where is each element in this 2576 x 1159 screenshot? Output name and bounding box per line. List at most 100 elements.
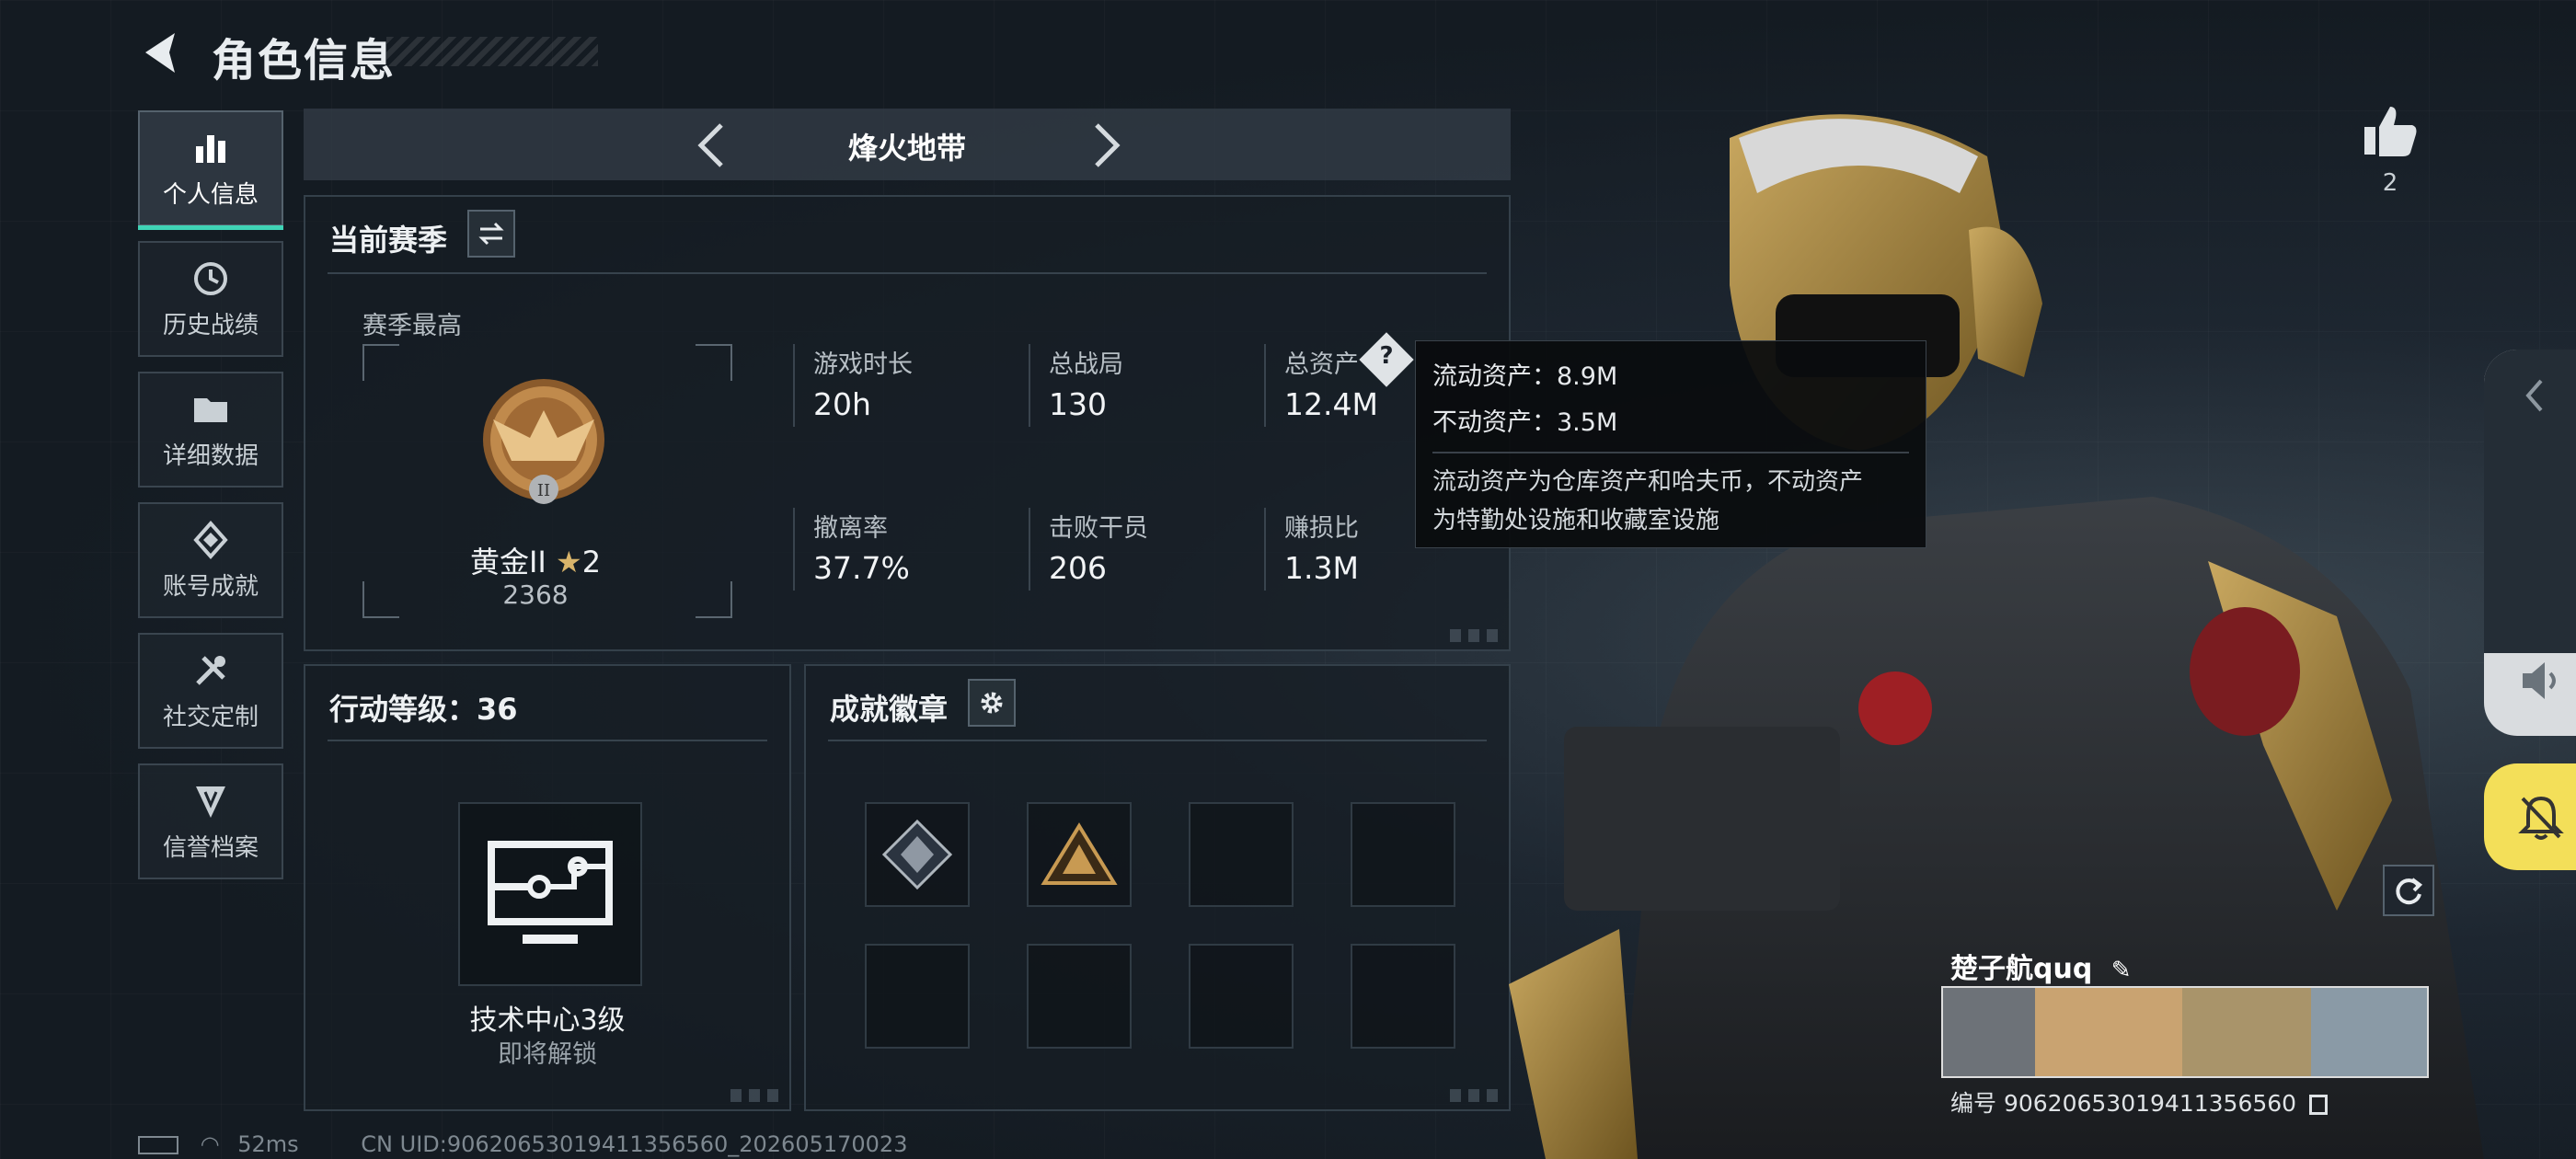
frame-corner: [362, 344, 399, 381]
stat-divider: [793, 508, 795, 591]
panel-corner-decoration: [1450, 629, 1500, 642]
uid-text: CN UID:9062065301941135656​0_20260517002…: [361, 1131, 908, 1157]
badge-slot-empty[interactable]: [1027, 944, 1132, 1049]
panel-corner-decoration: [730, 1089, 780, 1102]
battery-icon: [138, 1136, 178, 1154]
triangle-badge-icon: [1041, 822, 1118, 885]
season-best-label: 赛季最高: [362, 312, 462, 340]
tech-center-icon: [488, 841, 613, 944]
star-icon: ★: [556, 545, 582, 580]
sidebar-item-social[interactable]: 社交定制: [138, 633, 283, 749]
chevron-left-icon: [2525, 379, 2543, 412]
rank-score: 2368: [502, 580, 569, 610]
stat-divider: [793, 344, 795, 427]
rank-stars: 2: [581, 545, 602, 580]
action-level-panel: 行动等级：36 技术中心3级 即将解锁: [304, 664, 791, 1111]
total-assets-tooltip: 流动资产：8.9M 不动资产：3.5M 流动资产为仓库资产和哈夫币，不动资产 为…: [1415, 340, 1926, 548]
diamond-badge-icon: [881, 819, 953, 890]
stat-divider: [1264, 508, 1266, 591]
badge-slot-empty[interactable]: [1351, 802, 1455, 907]
stat-label: 总战局: [1049, 350, 1123, 379]
switch-season-button[interactable]: [467, 210, 515, 258]
badge-slot-empty[interactable]: [1189, 944, 1294, 1049]
title-divider: [328, 740, 767, 741]
frame-corner: [696, 581, 732, 618]
stat-value: 20h: [813, 386, 871, 422]
folder-icon: [194, 397, 227, 422]
sidebar-item-history[interactable]: 历史战绩: [138, 241, 283, 357]
player-name: 楚子航quq ✎: [1950, 946, 2132, 986]
badge-slot[interactable]: [865, 802, 970, 907]
sidebar-item-credit[interactable]: 信誉档案: [138, 763, 283, 879]
thumbs-up-icon[interactable]: [2361, 101, 2420, 160]
refresh-icon: [2396, 878, 2423, 905]
player-name-text: 楚子航quq: [1950, 953, 2093, 985]
svg-text:II: II: [537, 481, 550, 500]
swap-icon: [478, 222, 504, 246]
season-name: 烽火地带: [847, 131, 966, 166]
ping-text: 52ms: [237, 1131, 299, 1157]
achievement-badges-panel: 成就徽章: [804, 664, 1511, 1111]
title-divider: [828, 740, 1487, 741]
player-id-text: 编号 9062065301941135656​0: [1950, 1090, 2297, 1117]
player-banner-image[interactable]: [1941, 986, 2429, 1078]
gear-icon: [981, 692, 1003, 714]
tools-icon: [196, 655, 225, 685]
stat-value: 12.4M: [1284, 386, 1378, 422]
bell-off-icon: [2518, 796, 2564, 840]
history-icon: [194, 261, 227, 295]
fixed-assets-text: 不动资产：3.5M: [1432, 408, 1618, 437]
stat-label: 游戏时长: [813, 350, 913, 379]
unlock-item-frame[interactable]: [458, 802, 642, 986]
sidebar-item-label: 社交定制: [162, 703, 259, 731]
badge-settings-button[interactable]: [968, 679, 1016, 727]
wifi-icon: ◠: [200, 1131, 220, 1157]
badge-slot-empty[interactable]: [1351, 944, 1455, 1049]
unlock-status: 即将解锁: [498, 1040, 597, 1069]
frame-corner: [696, 344, 732, 381]
sidebar-item-personal-info[interactable]: 个人信息: [138, 110, 283, 230]
status-bar: ◠ 52ms CN UID:9062065301941135656​0_2026…: [138, 1131, 907, 1157]
badges-title: 成就徽章: [830, 692, 949, 727]
stat-value: 206: [1049, 550, 1107, 586]
liquid-assets-text: 流动资产：8.9M: [1432, 362, 1618, 391]
stat-divider: [1264, 344, 1266, 427]
collapse-tab[interactable]: [2484, 350, 2576, 653]
mute-bell-button[interactable]: [2484, 763, 2576, 870]
tooltip-divider: [1432, 452, 1909, 453]
assets-description-line2: 为特勤处设施和收藏室设施: [1432, 507, 1720, 534]
title-decoration: [386, 37, 598, 66]
sidebar-item-label: 信誉档案: [162, 833, 259, 862]
bar-chart-icon: [196, 134, 225, 163]
help-icon-glyph: ?: [1379, 342, 1394, 370]
rank-name: 黄金II: [469, 545, 546, 580]
sidebar-item-achievements[interactable]: 账号成就: [138, 502, 283, 618]
current-season-panel: 当前赛季 赛季最高 II 黄金II ★2 2368 游戏时长 20h 总战局 1…: [304, 195, 1511, 651]
refresh-button[interactable]: [2383, 865, 2434, 916]
stat-divider: [1029, 344, 1030, 427]
stat-divider: [1029, 508, 1030, 591]
badge-slot-empty[interactable]: [1189, 802, 1294, 907]
achievement-icon: [193, 520, 228, 559]
stat-label: 撤离率: [813, 514, 888, 543]
stat-value: 130: [1049, 386, 1107, 422]
sidebar-item-label: 账号成就: [162, 572, 259, 601]
title-divider: [328, 272, 1487, 274]
back-arrow-icon[interactable]: [138, 28, 184, 78]
rank-title: 黄金II ★2: [379, 539, 692, 581]
current-season-title: 当前赛季: [329, 223, 448, 258]
volume-icon[interactable]: [2517, 655, 2563, 706]
copy-icon[interactable]: [2309, 1095, 2329, 1115]
stat-label: 击败干员: [1049, 514, 1148, 543]
panel-corner-decoration: [1450, 1089, 1500, 1102]
badge-slot[interactable]: [1027, 802, 1132, 907]
like-count: 2: [2382, 169, 2398, 197]
badge-slot-empty[interactable]: [865, 944, 970, 1049]
chevron-right-icon[interactable]: [1082, 120, 1128, 171]
sidebar-item-detail-data[interactable]: 详细数据: [138, 372, 283, 488]
sidebar-item-label: 个人信息: [162, 180, 259, 209]
shield-icon: [196, 786, 225, 818]
edit-pencil-icon[interactable]: ✎: [2111, 957, 2132, 984]
sidebar-item-label: 详细数据: [162, 442, 259, 470]
unlock-name: 技术中心3级: [469, 1004, 626, 1037]
